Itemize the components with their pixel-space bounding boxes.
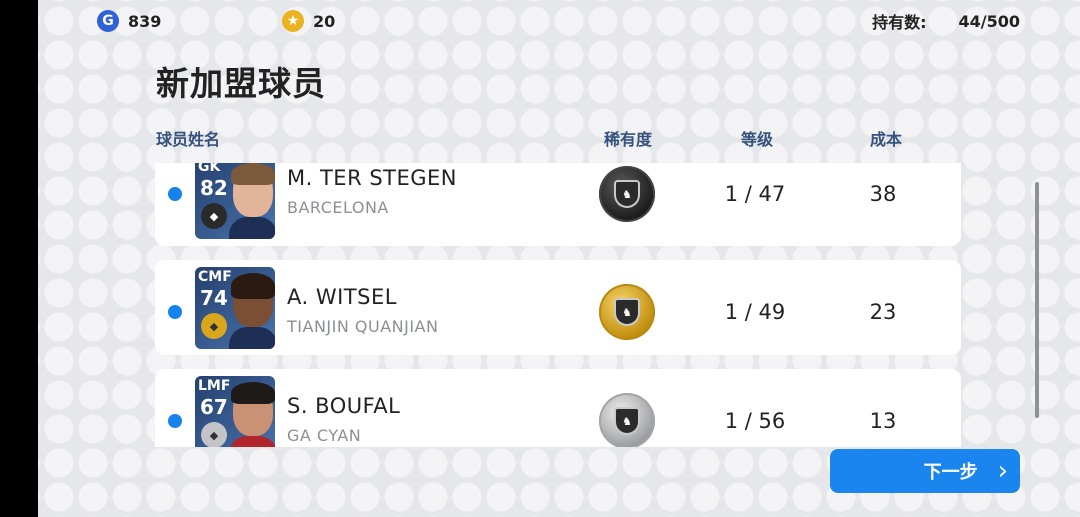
rarity-badge-icon: ◆ <box>201 313 227 339</box>
player-row[interactable]: GK 82 ◆ M. TER STEGEN BARCELONA ♞ 1 / 47… <box>155 163 961 246</box>
holding-value: 44/500 <box>958 11 1020 31</box>
coin-value: 20 <box>313 11 336 31</box>
new-indicator-dot <box>168 414 182 428</box>
player-level: 1 / 56 <box>724 409 786 433</box>
player-card-image: GK 82 ◆ <box>195 163 275 239</box>
column-header-cost: 成本 <box>870 130 903 149</box>
player-name: A. WITSEL <box>287 285 397 309</box>
player-face <box>229 382 275 447</box>
player-rating: 74 <box>200 286 228 310</box>
column-header-level: 等级 <box>741 130 774 149</box>
list-scrollbar[interactable] <box>1035 182 1039 418</box>
top-bar: G 839 ★ 20 持有数: 44/500 <box>38 0 1080 42</box>
player-club: TIANJIN QUANJIAN <box>287 317 439 336</box>
player-cost: 23 <box>869 300 897 324</box>
column-header-rarity: 稀有度 <box>604 130 653 149</box>
chevron-right-icon: › <box>997 456 1008 486</box>
player-row[interactable]: LMF 67 ◆ S. BOUFAL GA CYAN ♞ 1 / 56 13 <box>155 369 961 447</box>
new-indicator-dot <box>168 187 182 201</box>
holding-label: 持有数: <box>872 13 927 32</box>
rarity-gold-icon: ♞ <box>599 284 655 340</box>
next-button[interactable]: 下一步 › <box>830 449 1020 493</box>
rarity-black-icon: ♞ <box>599 166 655 222</box>
column-header-name: 球员姓名 <box>156 130 221 149</box>
star-coin-icon: ★ <box>282 10 304 32</box>
gp-coin-icon: G <box>97 10 119 32</box>
player-name: M. TER STEGEN <box>287 166 458 190</box>
screen: G 839 ★ 20 持有数: 44/500 新加盟球员 球员姓名 稀有度 等级… <box>0 0 1080 517</box>
player-club: GA CYAN <box>287 426 362 445</box>
player-rating: 67 <box>200 395 228 419</box>
page-title: 新加盟球员 <box>156 64 326 103</box>
player-face <box>229 273 275 349</box>
player-name: S. BOUFAL <box>287 394 401 418</box>
player-level: 1 / 49 <box>724 300 786 324</box>
player-level: 1 / 47 <box>724 182 786 206</box>
holding-count: 持有数: 44/500 <box>872 10 1020 33</box>
new-indicator-dot <box>168 305 182 319</box>
gp-value: 839 <box>128 11 162 31</box>
player-club: BARCELONA <box>287 198 389 217</box>
rarity-silver-icon: ♞ <box>599 393 655 447</box>
rarity-badge-icon: ◆ <box>201 422 227 447</box>
player-position: CMF <box>198 269 232 285</box>
coin-balance: ★ 20 <box>282 10 335 32</box>
player-cost: 13 <box>869 409 897 433</box>
player-rating: 82 <box>200 176 228 200</box>
player-position: LMF <box>198 378 231 394</box>
player-row[interactable]: CMF 74 ◆ A. WITSEL TIANJIN QUANJIAN ♞ 1 … <box>155 260 961 355</box>
player-face <box>229 163 275 239</box>
app-view: G 839 ★ 20 持有数: 44/500 新加盟球员 球员姓名 稀有度 等级… <box>38 0 1080 517</box>
player-card-image: LMF 67 ◆ <box>195 376 275 447</box>
player-cost: 38 <box>869 182 897 206</box>
player-list[interactable]: GK 82 ◆ M. TER STEGEN BARCELONA ♞ 1 / 47… <box>155 163 963 447</box>
next-button-label: 下一步 <box>923 462 978 483</box>
rarity-badge-icon: ◆ <box>201 203 227 229</box>
player-position: GK <box>198 163 221 175</box>
player-card-image: CMF 74 ◆ <box>195 267 275 349</box>
gp-balance: G 839 <box>97 10 161 32</box>
